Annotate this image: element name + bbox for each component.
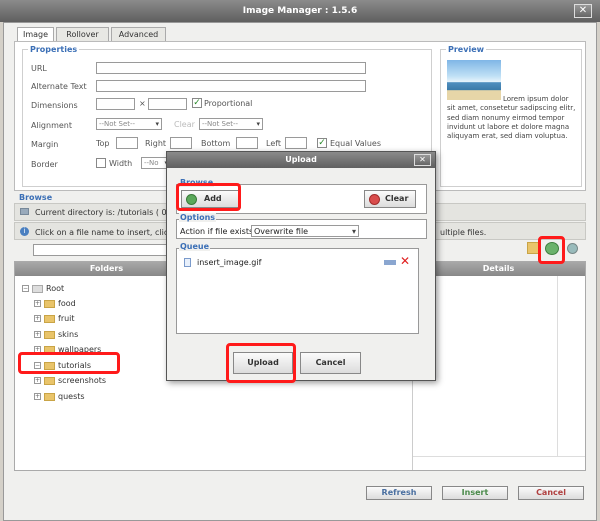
refresh-button[interactable]: Refresh (366, 486, 432, 500)
expand-icon[interactable]: + (34, 393, 41, 400)
tab-image[interactable]: Image (17, 27, 54, 42)
folder-icon (44, 299, 55, 308)
upload-cancel-button[interactable]: Cancel (300, 352, 361, 374)
upload-options-legend: Options (179, 213, 217, 222)
queue-item-name: insert_image.gif (197, 258, 262, 267)
alt-label: Alternate Text (31, 82, 87, 91)
tree-item-skins[interactable]: + skins (34, 329, 78, 341)
file-options-icon[interactable] (384, 260, 396, 265)
drive-icon (32, 284, 43, 293)
border-width-label: Width (109, 159, 133, 168)
action-label: Action if file exists: (180, 227, 256, 236)
upload-dialog-title: Upload (167, 152, 435, 168)
hint-text-tail: ultiple files. (440, 228, 487, 237)
proportional-checkbox[interactable]: ✓ (192, 98, 202, 108)
tree-item-food[interactable]: + food (34, 298, 76, 310)
folder-icon (44, 376, 55, 385)
action-select[interactable]: Overwrite file (251, 225, 359, 237)
preview-legend: Preview (446, 45, 487, 54)
file-icon (184, 258, 191, 267)
insert-button[interactable]: Insert (442, 486, 508, 500)
window-titlebar: Image Manager : 1.5.6 ✕ (0, 0, 600, 22)
margin-top-label: Top (96, 139, 110, 148)
height-input[interactable] (148, 98, 187, 110)
tree-item-screenshots[interactable]: + screenshots (34, 375, 106, 387)
expand-icon[interactable]: + (34, 315, 41, 322)
details-header: Details (412, 262, 585, 276)
collapse-icon[interactable]: − (22, 285, 29, 292)
window-title: Image Manager : 1.5.6 (242, 6, 358, 16)
cancel-button[interactable]: Cancel (518, 486, 584, 500)
clear-icon (369, 194, 380, 205)
expand-icon[interactable]: + (34, 377, 41, 384)
highlight-upload (226, 343, 296, 383)
alignment-select[interactable]: --Not Set-- (96, 118, 162, 130)
highlight-upload-icon (538, 236, 565, 264)
equal-values-label: Equal Values (330, 139, 382, 148)
folder-icon (44, 314, 55, 323)
dimension-separator: × (139, 99, 146, 108)
browse-legend: Browse (17, 193, 55, 202)
folder-icon (44, 330, 55, 339)
clear-button[interactable]: Clear (364, 190, 416, 208)
tree-label: skins (58, 330, 79, 339)
properties-legend: Properties (28, 45, 80, 54)
tree-label: food (58, 299, 76, 308)
info-icon: i (20, 227, 29, 236)
alignment-label: Alignment (31, 121, 72, 130)
clear-select[interactable]: --Not Set-- (199, 118, 263, 130)
hint-text: Click on a file name to insert, clic (35, 228, 169, 237)
margin-bottom-label: Bottom (201, 139, 231, 148)
preview-image (447, 60, 501, 100)
tree-item-root[interactable]: − Root (22, 283, 64, 295)
url-input[interactable] (96, 62, 366, 74)
highlight-tutorials (18, 352, 120, 374)
tab-advanced[interactable]: Advanced (111, 27, 166, 41)
margin-right-label: Right (145, 139, 167, 148)
equal-values-checkbox[interactable]: ✓ (317, 138, 327, 148)
margin-right-input[interactable] (170, 137, 192, 149)
details-divider-3 (413, 456, 585, 457)
details-divider-2 (557, 276, 558, 456)
tab-rollover[interactable]: Rollover (56, 27, 109, 41)
border-label: Border (31, 160, 58, 169)
help-icon[interactable] (567, 243, 578, 254)
clear-label: Clear (385, 194, 409, 203)
directory-icon (20, 208, 29, 215)
tree-item-quests[interactable]: + quests (34, 391, 85, 403)
clear-label: Clear (174, 120, 195, 129)
expand-icon[interactable]: + (34, 331, 41, 338)
tree-item-fruit[interactable]: + fruit (34, 313, 75, 325)
preview-text: Lorem ipsum dolor sit amet, consetetur s… (447, 95, 576, 141)
border-checkbox[interactable] (96, 158, 106, 168)
folder-icon (44, 392, 55, 401)
tree-label: fruit (58, 314, 75, 323)
dimensions-label: Dimensions (31, 101, 78, 110)
margin-bottom-input[interactable] (236, 137, 258, 149)
tree-label: Root (46, 284, 65, 293)
upload-queue-legend: Queue (179, 242, 211, 251)
width-input[interactable] (96, 98, 135, 110)
proportional-label: Proportional (204, 99, 253, 108)
remove-icon[interactable]: ✕ (400, 254, 410, 268)
alt-input[interactable] (96, 80, 366, 92)
close-icon[interactable]: ✕ (574, 4, 592, 18)
margin-left-label: Left (266, 139, 282, 148)
margin-left-input[interactable] (285, 137, 307, 149)
current-directory-text: Current directory is: /tutorials ( 0 (35, 208, 167, 217)
margin-label: Margin (31, 140, 59, 149)
margin-top-input[interactable] (116, 137, 138, 149)
url-label: URL (31, 64, 47, 73)
close-icon[interactable]: ✕ (414, 154, 431, 166)
tree-label: quests (58, 392, 85, 401)
highlight-add (176, 183, 241, 211)
expand-icon[interactable]: + (34, 300, 41, 307)
tree-label: screenshots (58, 376, 107, 385)
